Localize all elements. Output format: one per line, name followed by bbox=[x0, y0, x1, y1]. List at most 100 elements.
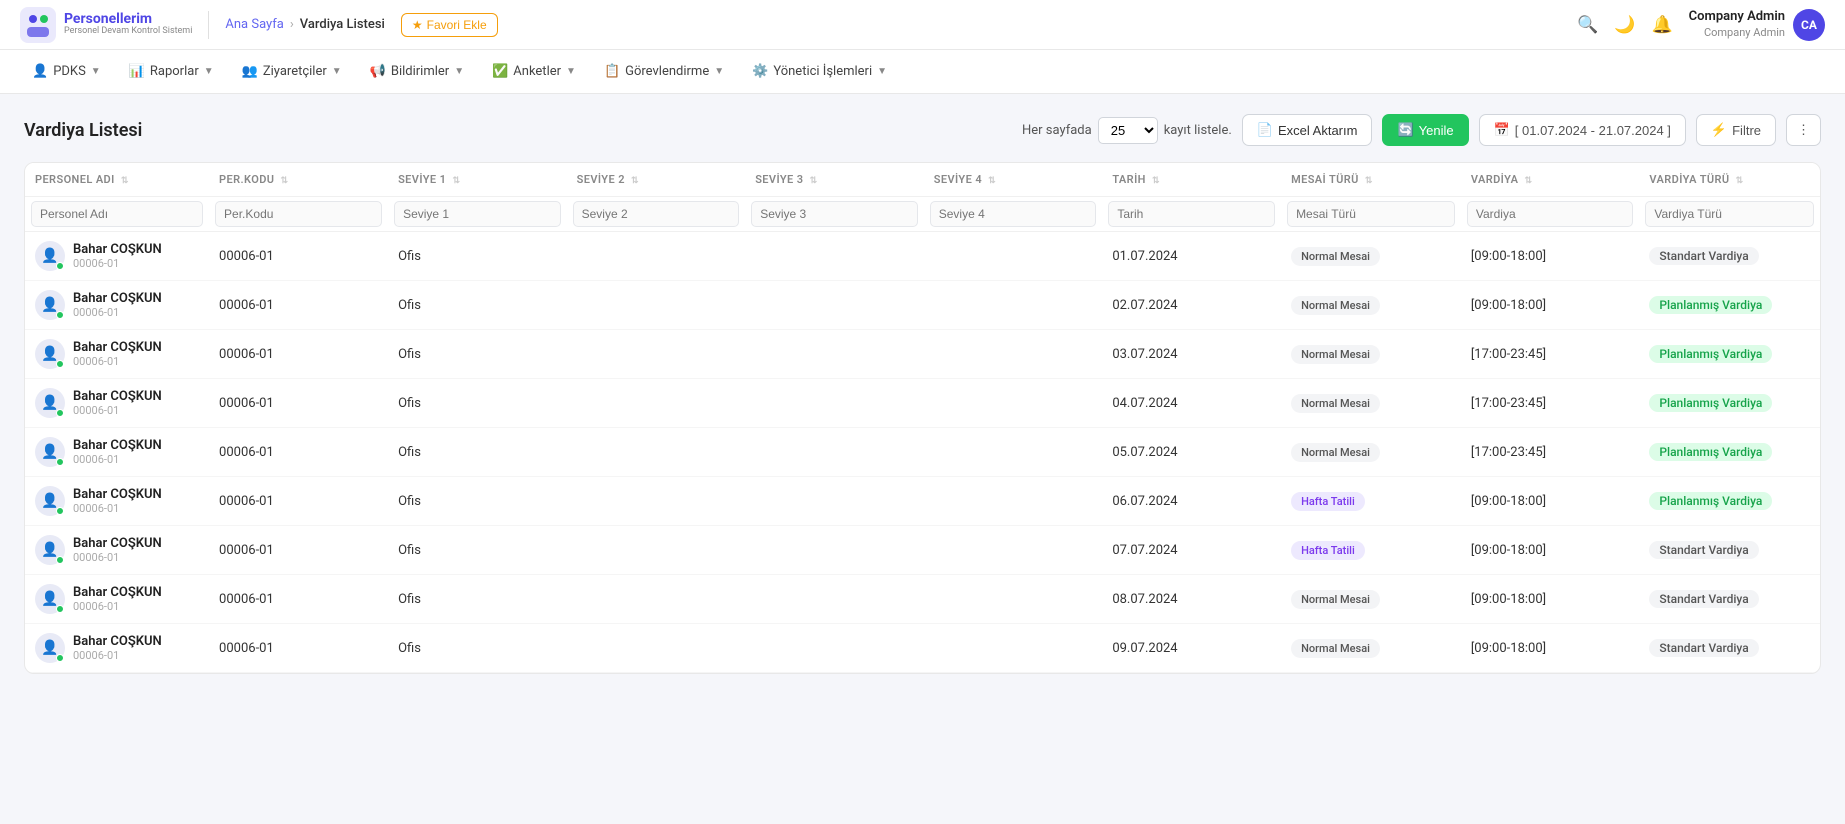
header-actions: Her sayfada 25 50 100 kayıt listele. 📄 E… bbox=[1022, 114, 1821, 146]
filter-vardiya[interactable] bbox=[1467, 201, 1634, 227]
person-name: Bahar COŞKUN bbox=[73, 487, 162, 503]
sort-icon: ⇅ bbox=[1152, 176, 1160, 186]
cell-per-kodu: 00006-01 bbox=[209, 330, 388, 379]
cell-personel-adi: 👤 Bahar COŞKUN 00006-01 bbox=[25, 477, 209, 526]
search-icon[interactable]: 🔍 bbox=[1577, 15, 1598, 35]
per-page-area: Her sayfada 25 50 100 kayıt listele. bbox=[1022, 117, 1232, 144]
col-vardiya-turu[interactable]: VARDİYA TÜRÜ ⇅ bbox=[1639, 163, 1820, 197]
date-range-button[interactable]: 📅 [ 01.07.2024 - 21.07.2024 ] bbox=[1479, 114, 1686, 146]
cell-seviye2 bbox=[567, 428, 746, 477]
cell-tarih: 07.07.2024 bbox=[1102, 526, 1281, 575]
online-indicator bbox=[56, 605, 64, 613]
vardiya-turu-badge: Standart Vardiya bbox=[1649, 590, 1758, 608]
logo-icon bbox=[20, 7, 56, 43]
cell-seviye2 bbox=[567, 575, 746, 624]
cell-vardiya-turu: Planlanmış Vardiya bbox=[1639, 379, 1820, 428]
nav-pdks[interactable]: 👤 PDKS ▼ bbox=[20, 58, 113, 85]
col-seviye1[interactable]: SEVİYE 1 ⇅ bbox=[388, 163, 567, 197]
refresh-button[interactable]: 🔄 Yenile bbox=[1382, 114, 1468, 146]
sort-icon: ⇅ bbox=[1736, 176, 1744, 186]
online-indicator bbox=[56, 409, 64, 417]
col-seviye4[interactable]: SEVİYE 4 ⇅ bbox=[924, 163, 1103, 197]
cell-vardiya-turu: Standart Vardiya bbox=[1639, 526, 1820, 575]
col-per-kodu[interactable]: PER.KODU ⇅ bbox=[209, 163, 388, 197]
filter-seviye3[interactable] bbox=[751, 201, 918, 227]
cell-tarih: 05.07.2024 bbox=[1102, 428, 1281, 477]
cell-personel-adi: 👤 Bahar COŞKUN 00006-01 bbox=[25, 428, 209, 477]
filter-seviye4[interactable] bbox=[930, 201, 1097, 227]
online-indicator bbox=[56, 507, 64, 515]
filter-tarih[interactable] bbox=[1108, 201, 1275, 227]
filter-personel-adi[interactable] bbox=[31, 201, 203, 227]
breadcrumb-home[interactable]: Ana Sayfa bbox=[225, 17, 283, 32]
col-mesai-turu[interactable]: MESAİ TÜRÜ ⇅ bbox=[1281, 163, 1461, 197]
col-tarih[interactable]: TARİH ⇅ bbox=[1102, 163, 1281, 197]
cell-seviye1: Ofis bbox=[388, 428, 567, 477]
col-personel-adi[interactable]: PERSONEL ADI ⇅ bbox=[25, 163, 209, 197]
filter-vardiya-turu[interactable] bbox=[1645, 201, 1814, 227]
chevron-down-icon: ▼ bbox=[714, 66, 724, 77]
cell-seviye1: Ofis bbox=[388, 232, 567, 281]
cell-personel-adi: 👤 Bahar COŞKUN 00006-01 bbox=[25, 526, 209, 575]
cell-seviye3 bbox=[745, 232, 924, 281]
cell-seviye4 bbox=[924, 477, 1103, 526]
more-options-button[interactable]: ⋮ bbox=[1786, 114, 1821, 146]
chevron-down-icon: ▼ bbox=[566, 66, 576, 77]
cell-seviye2 bbox=[567, 330, 746, 379]
filter-seviye2[interactable] bbox=[573, 201, 740, 227]
nav-ziyaretciler[interactable]: 👥 Ziyaretçiler ▼ bbox=[230, 58, 354, 85]
per-page-select[interactable]: 25 50 100 bbox=[1098, 117, 1158, 144]
cell-personel-adi: 👤 Bahar COŞKUN 00006-01 bbox=[25, 330, 209, 379]
col-seviye2[interactable]: SEVİYE 2 ⇅ bbox=[567, 163, 746, 197]
main-content: Vardiya Listesi Her sayfada 25 50 100 ka… bbox=[0, 94, 1845, 694]
cell-per-kodu: 00006-01 bbox=[209, 428, 388, 477]
vardiya-table: PERSONEL ADI ⇅ PER.KODU ⇅ SEVİYE 1 ⇅ SEV… bbox=[25, 163, 1820, 673]
favori-label: Favori Ekle bbox=[427, 18, 487, 32]
cell-mesai-turu: Normal Mesai bbox=[1281, 281, 1461, 330]
cell-vardiya: [09:00-18:00] bbox=[1461, 232, 1640, 281]
sort-icon: ⇅ bbox=[988, 176, 996, 186]
nav-raporlar[interactable]: 📊 Raporlar ▼ bbox=[117, 58, 226, 85]
mesai-badge: Normal Mesai bbox=[1291, 394, 1380, 413]
col-vardiya[interactable]: VARDİYA ⇅ bbox=[1461, 163, 1640, 197]
person-code-sub: 00006-01 bbox=[73, 355, 162, 368]
cell-vardiya-turu: Planlanmış Vardiya bbox=[1639, 281, 1820, 330]
online-indicator bbox=[56, 556, 64, 564]
cell-per-kodu: 00006-01 bbox=[209, 624, 388, 673]
cell-personel-adi: 👤 Bahar COŞKUN 00006-01 bbox=[25, 575, 209, 624]
user-text: Company Admin Company Admin bbox=[1689, 9, 1785, 40]
vardiya-turu-badge: Planlanmış Vardiya bbox=[1649, 443, 1772, 461]
cell-vardiya-turu: Standart Vardiya bbox=[1639, 575, 1820, 624]
filter-mesai-turu[interactable] bbox=[1287, 201, 1455, 227]
sort-icon: ⇅ bbox=[1524, 176, 1532, 186]
cell-per-kodu: 00006-01 bbox=[209, 477, 388, 526]
cell-vardiya: [09:00-18:00] bbox=[1461, 477, 1640, 526]
nav-yonetici[interactable]: ⚙️ Yönetici İşlemleri ▼ bbox=[740, 58, 899, 85]
filter-button[interactable]: ⚡ Filtre bbox=[1696, 114, 1776, 146]
nav-anketler[interactable]: ✅ Anketler ▼ bbox=[480, 58, 588, 85]
avatar[interactable]: CA bbox=[1793, 9, 1825, 41]
notification-icon[interactable]: 🔔 bbox=[1652, 15, 1673, 35]
cell-seviye2 bbox=[567, 477, 746, 526]
brand-name: Personellerim bbox=[64, 12, 192, 27]
mesai-badge: Hafta Tatili bbox=[1291, 492, 1365, 511]
user-role: Company Admin bbox=[1689, 26, 1785, 40]
excel-label: Excel Aktarım bbox=[1278, 123, 1357, 138]
theme-icon[interactable]: 🌙 bbox=[1614, 15, 1635, 35]
nav-gorevlendirme[interactable]: 📋 Görevlendirme ▼ bbox=[592, 58, 736, 85]
filter-per-kodu[interactable] bbox=[215, 201, 382, 227]
filter-seviye1[interactable] bbox=[394, 201, 561, 227]
page-title: Vardiya Listesi bbox=[24, 120, 142, 141]
nav-bildirimler[interactable]: 📢 Bildirimler ▼ bbox=[358, 58, 476, 85]
person-code-sub: 00006-01 bbox=[73, 649, 162, 662]
table-container: PERSONEL ADI ⇅ PER.KODU ⇅ SEVİYE 1 ⇅ SEV… bbox=[24, 162, 1821, 674]
excel-export-button[interactable]: 📄 Excel Aktarım bbox=[1242, 114, 1373, 146]
col-seviye3[interactable]: SEVİYE 3 ⇅ bbox=[745, 163, 924, 197]
breadcrumb: Ana Sayfa › Vardiya Listesi bbox=[225, 17, 384, 32]
excel-icon: 📄 bbox=[1257, 122, 1273, 138]
favori-button[interactable]: ★ Favori Ekle bbox=[401, 13, 498, 37]
person-name: Bahar COŞKUN bbox=[73, 389, 162, 405]
online-indicator bbox=[56, 262, 64, 270]
cell-tarih: 04.07.2024 bbox=[1102, 379, 1281, 428]
avatar-wrap: 👤 bbox=[35, 290, 65, 320]
